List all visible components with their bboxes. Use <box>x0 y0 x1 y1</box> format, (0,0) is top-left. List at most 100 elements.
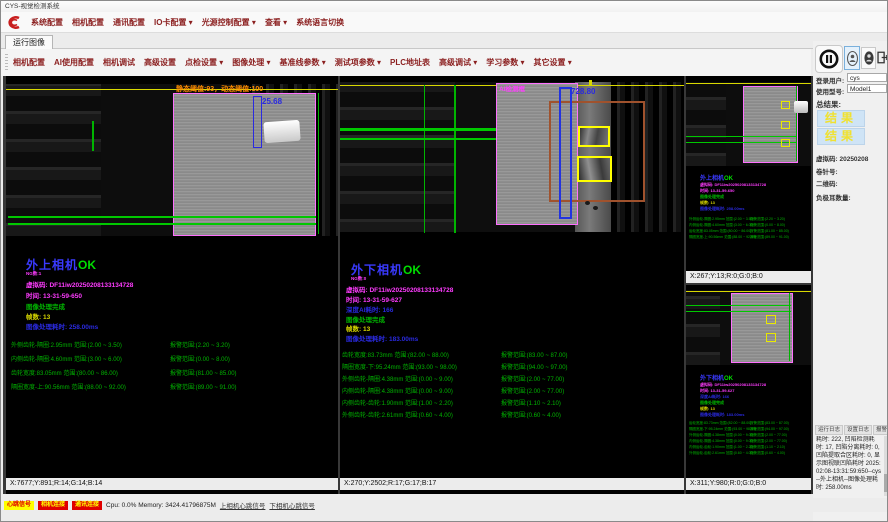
log-tab-run[interactable]: 运行日志 <box>815 425 843 435</box>
left-barcode: 虚拟码: DF11iw20250208133134728 <box>26 279 133 289</box>
thumb-bottom-bg-left <box>686 290 720 365</box>
toolbar-grip[interactable] <box>5 54 8 70</box>
menu-language-switch[interactable]: 系统语言切换 <box>296 17 344 28</box>
thumb-row: 齿轮宽度:83.73mm 范围:(82.00 ~ 88.00) <box>689 421 751 426</box>
bottom-camera-heartbeat-link[interactable]: 下相机心跳信号 <box>269 500 315 510</box>
center-hole-2 <box>593 206 598 210</box>
log-scrollbar-thumb[interactable] <box>884 474 887 492</box>
thumb-bottom-camera-view[interactable]: 外下相机OK 虚拟码: DF11iw20250208133134728 时间: … <box>686 285 811 494</box>
menu-view[interactable]: 查看 ▾ <box>265 17 287 28</box>
measure-row: 内侧齿轮-齿轮:1.90mm 范围:(1.00 ~ 2.20) <box>342 398 453 407</box>
barcode-label: 虚拟码: 20250208 <box>816 153 868 163</box>
tool-advanced-debug[interactable]: 高级调试 ▾ <box>439 57 477 68</box>
thumb-bottom-part <box>731 293 793 363</box>
result-box-top: 结果 <box>817 110 865 127</box>
tab-run-image[interactable]: 运行图像 <box>5 35 53 49</box>
tool-camera-config[interactable]: 相机配置 <box>13 57 45 68</box>
left-ng-count: NG数:1 <box>26 271 41 277</box>
log-tab-settings[interactable]: 设置日志 <box>844 425 872 435</box>
tool-learn-params[interactable]: 学习参数 ▾ <box>486 57 524 68</box>
left-green-vline <box>318 93 319 234</box>
tool-other-settings[interactable]: 其它设置 ▾ <box>534 57 572 68</box>
thumb-row: 报警范围:(1.10 ~ 2.10) <box>750 445 785 450</box>
log-text-area[interactable]: 耗时: 222, 凹陷检测耗时: 17, 凹陷分离耗时: 0, 凹陷提取合区耗时… <box>816 436 882 496</box>
measure-row: 隔圈宽度-上:90.56mm 范围:(88.00 ~ 92.00) <box>11 382 126 391</box>
menu-system-config[interactable]: 系统配置 <box>31 17 63 28</box>
thumb-row: 内侧齿轮-隔圈:4.38mm 范围:(0.00 ~ 9.00) <box>689 439 754 444</box>
left-camera-view[interactable]: 25.68 静态阈值:93，动态阈值:100 外上相机OK NG数:1 虚拟码:… <box>6 76 338 494</box>
model-label: 使用型号: <box>816 86 844 96</box>
measure-row: 内侧齿轮-隔圈:4.60mm 范围:(3.00 ~ 6.00) <box>11 354 122 363</box>
measure-row: 外侧齿轮-隔圈:4.38mm 范围:(0.00 ~ 9.00) <box>342 374 453 383</box>
log-tab-strip: 运行日志 设置日志 报警日志 <box>815 425 888 435</box>
right-sidebar: 登录用户: cys 使用型号: Model1 总结果: 结果 结果 虚拟码: 2… <box>813 41 888 522</box>
thumb-bottom-roi-1 <box>766 315 776 324</box>
thumb-row: 齿轮宽度:83.05mm 范围:(80.00 ~ 86.00) <box>689 229 751 234</box>
tool-advanced-settings[interactable]: 高级设置 <box>144 57 176 68</box>
model-value[interactable]: Model1 <box>847 84 887 93</box>
tool-baseline-params[interactable]: 基准线参数 ▾ <box>280 57 326 68</box>
center-camera-view[interactable]: AI检测框 728.80 外下相机OK NG数:0 虚拟码: DF11iw202… <box>340 76 684 494</box>
left-green-hline-1 <box>8 216 316 218</box>
pause-button[interactable] <box>815 45 843 73</box>
needle-number-label: 卷针号: <box>816 166 838 176</box>
log-tab-alarm[interactable]: 报警日志 <box>873 425 888 435</box>
alarm-range: 报警范围:(0.00 ~ 8.00) <box>170 354 230 363</box>
center-barcode: 虚拟码: DF11iw20250208133134728 <box>346 284 453 294</box>
thumb-row: 报警范围:(0.60 ~ 4.00) <box>750 451 785 456</box>
thumb-bottom-yellow-line <box>686 291 811 292</box>
alarm-range: 报警范围:(2.20 ~ 3.20) <box>170 340 230 349</box>
tool-bar: 相机配置 AI使用配置 相机调试 高级设置 点检设置 ▾ 图像处理 ▾ 基准线参… <box>1 49 811 76</box>
thumb-top-gline-2 <box>686 142 796 143</box>
alarm-range: 报警范围:(89.00 ~ 91.00) <box>170 382 237 391</box>
thumb-top-camera-view[interactable]: 外上相机OK 虚拟码: DF11iw20250208133134728 时间: … <box>686 76 811 283</box>
thumb-top-yellow-line <box>686 83 811 84</box>
tool-camera-debug[interactable]: 相机调试 <box>103 57 135 68</box>
measure-row: 外侧齿轮-齿轮:2.61mm 范围:(0.60 ~ 4.00) <box>342 410 453 419</box>
center-green-hline-1 <box>340 128 500 131</box>
alarm-range: 报警范围:(81.00 ~ 85.00) <box>170 368 237 377</box>
app-window: CYS-视觉检测系统 系统配置 相机配置 通讯配置 IO卡配置 ▾ 光源控制配置… <box>0 0 888 522</box>
left-inspection-part <box>173 93 316 236</box>
tool-image-process[interactable]: 图像处理 ▾ <box>232 57 270 68</box>
left-measure-value: 25.68 <box>262 97 282 106</box>
menu-bar: 系统配置 相机配置 通讯配置 IO卡配置 ▾ 光源控制配置 ▾ 查看 ▾ 系统语… <box>1 12 887 33</box>
tool-plc-address[interactable]: PLC地址表 <box>390 57 430 68</box>
top-camera-heartbeat-link[interactable]: 上相机心跳信号 <box>220 500 266 510</box>
menu-camera-config[interactable]: 相机配置 <box>72 17 104 28</box>
menu-io-config[interactable]: IO卡配置 ▾ <box>154 17 193 28</box>
thumb-row: 内侧齿轮-隔圈:4.60mm 范围:(3.00 ~ 6.00) <box>689 223 754 228</box>
thumb-bottom-gline-2 <box>686 311 791 312</box>
logout-button[interactable] <box>876 46 888 68</box>
thumb-top-coord-bar: X:267;Y:13;R:0;G:0;B:0 <box>686 271 811 283</box>
thumb-row: 报警范围:(83.00 ~ 87.00) <box>750 421 789 426</box>
thumb-top-title: 外上相机OK <box>700 173 733 182</box>
menu-comm-config[interactable]: 通讯配置 <box>113 17 145 28</box>
tool-test-params[interactable]: 测试项参数 ▾ <box>335 57 381 68</box>
tool-ai-use-config[interactable]: AI使用配置 <box>54 57 94 68</box>
thumb-row: 外侧齿轮-齿轮:2.61mm 范围:(0.60 ~ 4.00) <box>689 451 754 456</box>
user-button[interactable] <box>844 46 860 70</box>
left-frame-count: 帧数: 13 <box>26 311 50 321</box>
left-yellow-scanline <box>6 89 338 90</box>
center-time: 时间: 13-31-59-627 <box>346 294 402 304</box>
user-dark-button[interactable] <box>861 47 876 69</box>
thumb-bottom-title: 外下相机OK <box>700 373 733 382</box>
center-green-vline-2 <box>454 85 456 233</box>
thumb-row: 报警范围:(81.00 ~ 85.00) <box>750 229 789 234</box>
measure-row: 齿轮宽度:83.05mm 范围:(80.00 ~ 86.00) <box>11 368 118 377</box>
log-scrollbar[interactable] <box>884 436 887 496</box>
center-hole-1 <box>585 201 590 205</box>
login-user-label: 登录用户: <box>816 75 844 85</box>
thumb-row: 报警范围:(0.00 ~ 8.00) <box>750 223 785 228</box>
login-user-value[interactable]: cys <box>847 73 887 82</box>
menu-light-config[interactable]: 光源控制配置 ▾ <box>202 17 256 28</box>
thumb-bottom-gline-v <box>789 293 790 361</box>
measure-row: 外侧齿轮-隔圈:2.95mm 范围:(2.00 ~ 3.50) <box>11 340 122 349</box>
tool-spot-check[interactable]: 点检设置 ▾ <box>185 57 223 68</box>
brand-logo-icon <box>5 15 22 30</box>
thumb-row: 报警范围:(2.00 ~ 77.00) <box>750 433 787 438</box>
bottom-status-bar: 心跳信号 相机连接 通讯连接 Cpu: 0.0% Memory: 3424.41… <box>1 498 887 512</box>
thumb-row: 隔圈宽度-上:90.56mm 范围:(88.00 ~ 92.00) <box>689 235 756 240</box>
center-machine-bg <box>340 82 455 232</box>
